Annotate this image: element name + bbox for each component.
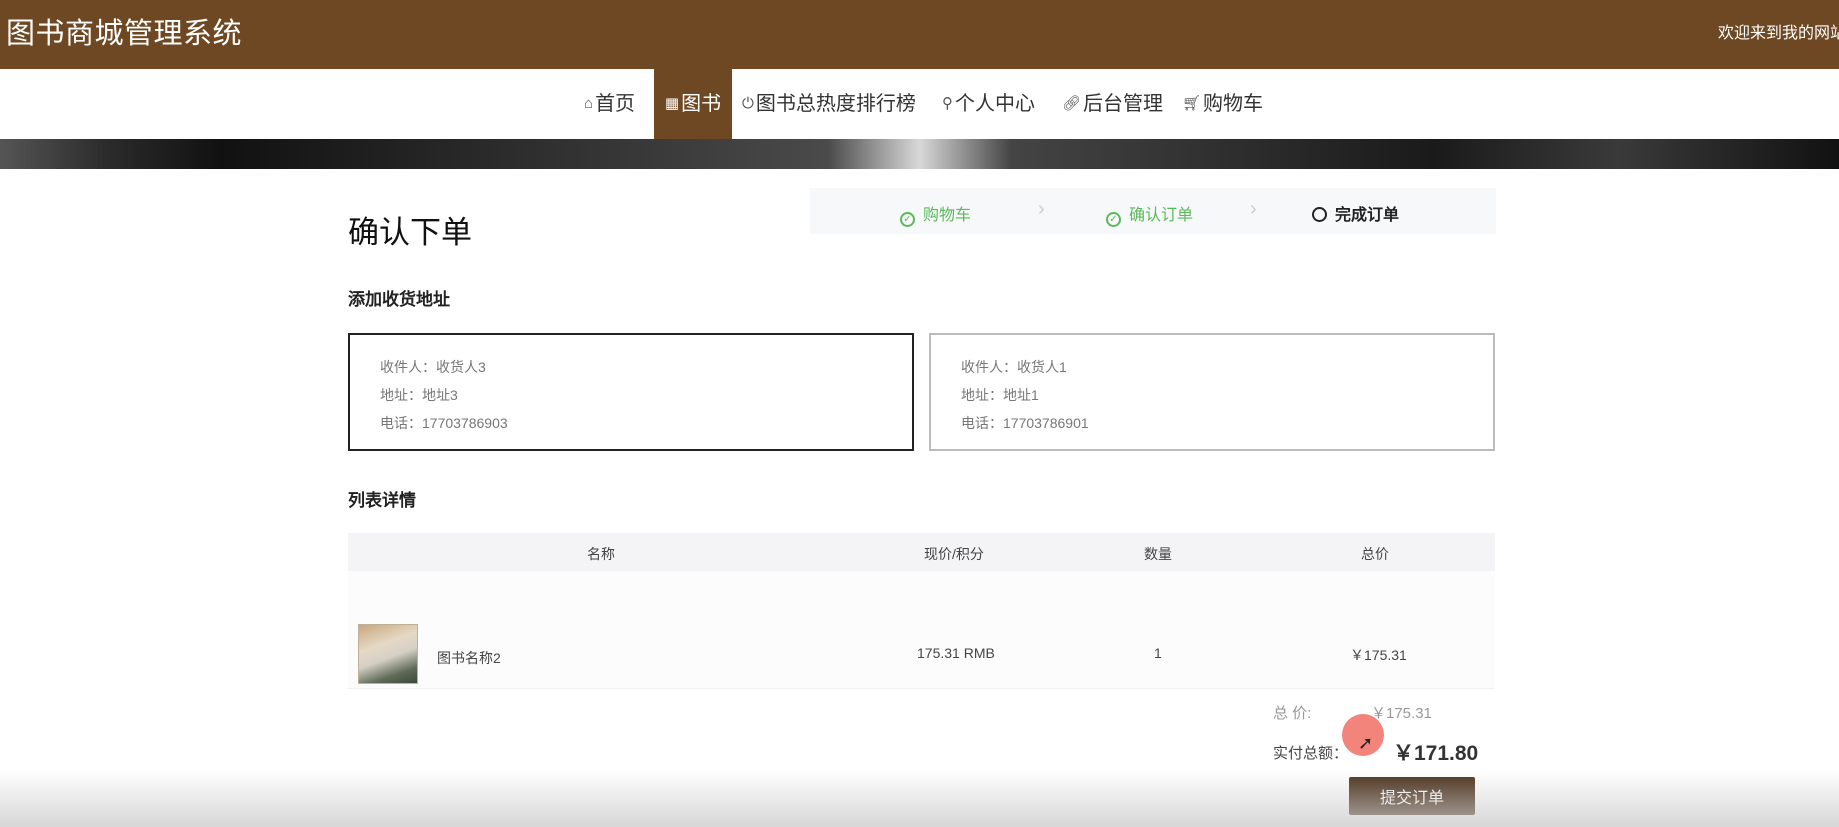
nav-item-label: 图书总热度排行榜 <box>755 93 916 115</box>
column-header-name: 名称 <box>587 546 615 562</box>
nav-item-label: 购物车 <box>1203 93 1264 115</box>
nav-item-cart[interactable]: 🛒︎ 购物车 <box>1182 69 1263 139</box>
site-title: 图书商城管理系统 <box>6 18 243 50</box>
nav-item-label: 图书 <box>681 93 722 115</box>
order-table: 名称 现价/积分 数量 总价 图书名称2 175.31 RMB 1 ￥175.3… <box>348 533 1495 689</box>
cart-icon: 🛒︎ <box>1182 95 1202 112</box>
address-phone: 电话：17703786901 <box>961 415 1089 431</box>
top-header: 图书商城管理系统 欢迎来到我的网站 <box>0 0 1839 69</box>
nav-item-label: 后台管理 <box>1083 93 1164 115</box>
main-nav: ⌂ 首页 ▦ 图书 ⏻ 图书总热度排行榜 ⚲ 个人中心 🔗︎ 后台管理 🛒︎ 购物车 <box>0 69 1839 139</box>
address-card[interactable]: 收件人：收货人3 地址：地址3 电话：17703786903 <box>348 333 914 451</box>
table-header: 名称 现价/积分 数量 总价 <box>348 533 1495 571</box>
welcome-text: 欢迎来到我的网站 <box>1718 25 1839 42</box>
mouse-cursor-icon: ➚ <box>1358 733 1374 753</box>
column-header-price: 现价/积分 <box>924 546 984 562</box>
chevron-right-icon: › <box>1250 198 1257 220</box>
submit-order-button[interactable]: 提交订单 <box>1349 777 1475 815</box>
nav-item-label: 个人中心 <box>955 93 1035 115</box>
nav-item-admin[interactable]: 🔗︎ 后台管理 <box>1062 69 1163 139</box>
payable-value: ￥171.80 <box>1393 742 1479 765</box>
nav-item-books[interactable]: ▦ 图书 <box>654 69 732 139</box>
chevron-right-icon: › <box>1038 198 1045 220</box>
step-label: 确认订单 <box>1129 207 1194 224</box>
order-steps: ✓ 购物车 › ✓ 确认订单 › 完成订单 <box>810 188 1496 234</box>
check-icon: ✓ <box>900 212 915 227</box>
circle-icon <box>1312 207 1327 222</box>
user-icon: ⚲ <box>942 95 953 112</box>
step-cart: ✓ 购物车 <box>900 201 971 227</box>
total-price-label: 总 价: <box>1273 705 1312 722</box>
nav-item-profile[interactable]: ⚲ 个人中心 <box>942 69 1035 139</box>
payable-label: 实付总额： <box>1273 745 1349 762</box>
step-confirm: ✓ 确认订单 <box>1106 201 1193 227</box>
total-price-value: ￥175.31 <box>1371 705 1432 722</box>
step-label: 购物车 <box>923 207 972 224</box>
bottom-overlay <box>0 770 1839 827</box>
book-name: 图书名称2 <box>437 650 501 666</box>
address-phone: 电话：17703786903 <box>380 415 508 431</box>
nav-item-home[interactable]: ⌂ 首页 <box>584 69 635 139</box>
table-row: 图书名称2 175.31 RMB 1 ￥175.31 <box>348 571 1495 689</box>
link-icon: 🔗︎ <box>1062 95 1082 112</box>
book-price: 175.31 RMB <box>917 645 995 661</box>
column-header-qty: 数量 <box>1144 546 1172 562</box>
step-label: 完成订单 <box>1335 207 1400 224</box>
address-detail: 地址：地址3 <box>380 387 458 403</box>
nav-item-label: 首页 <box>595 93 636 115</box>
address-card[interactable]: 收件人：收货人1 地址：地址1 电话：17703786901 <box>929 333 1495 451</box>
home-icon: ⌂ <box>584 95 594 112</box>
step-complete: 完成订单 <box>1312 201 1399 225</box>
address-recipient: 收件人：收货人3 <box>380 359 486 375</box>
power-icon: ⏻ <box>742 95 754 112</box>
column-header-total: 总价 <box>1361 546 1389 562</box>
detail-section-title: 列表详情 <box>348 491 416 510</box>
book-cover-image <box>358 624 418 684</box>
banner-image <box>0 139 1839 169</box>
book-qty: 1 <box>1154 645 1162 661</box>
address-recipient: 收件人：收货人1 <box>961 359 1067 375</box>
grid-icon: ▦ <box>664 95 680 112</box>
page-title: 确认下单 <box>348 215 472 250</box>
nav-item-ranking[interactable]: ⏻ 图书总热度排行榜 <box>742 69 916 139</box>
book-total: ￥175.31 <box>1350 647 1407 663</box>
address-section-title: 添加收货地址 <box>348 290 450 309</box>
address-detail: 地址：地址1 <box>961 387 1039 403</box>
check-icon: ✓ <box>1106 212 1121 227</box>
